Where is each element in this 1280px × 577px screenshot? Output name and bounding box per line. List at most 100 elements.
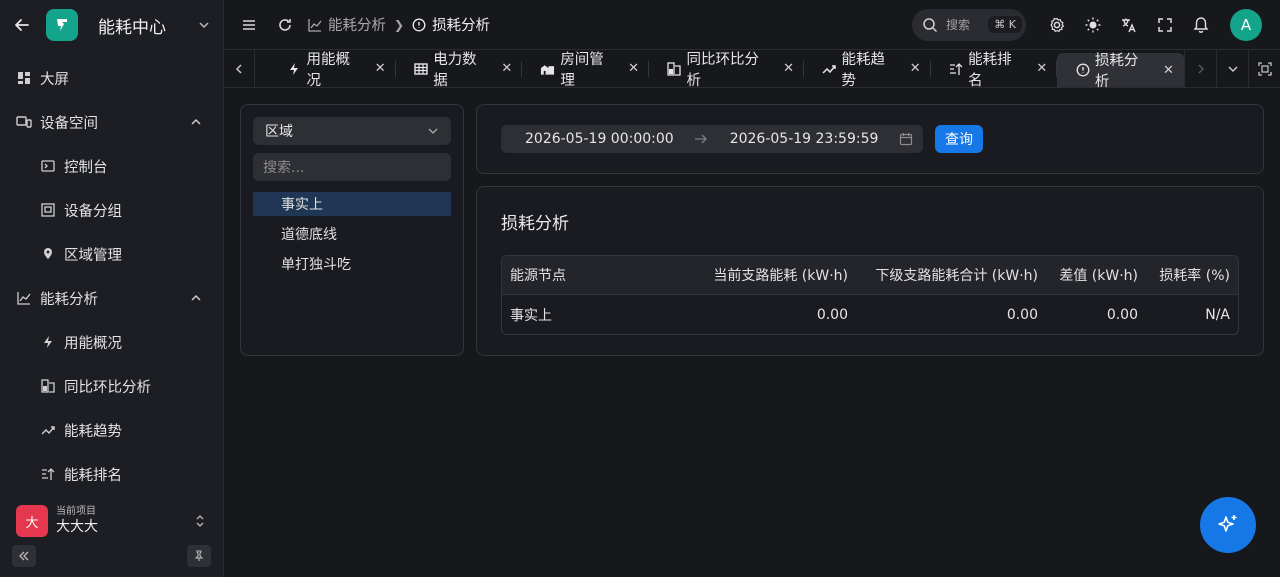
sidebar-item-yoy-analysis[interactable]: 同比环比分析 [0,364,223,408]
collapse-sidebar-button[interactable] [12,545,36,567]
tree-item[interactable]: 事实上 [253,192,451,216]
sidebar-item-console[interactable]: 控制台 [0,144,223,188]
tree-item[interactable]: 单打独斗吃 [253,252,451,276]
result-title: 损耗分析 [501,214,569,234]
breadcrumb: 能耗分析 ❯ 损耗分析 [308,14,490,35]
tab-room-management[interactable]: 房间管理 ✕ [522,50,649,89]
calendar-icon [899,132,913,146]
search-placeholder: 搜索 [946,18,971,32]
global-search[interactable]: 搜索 ⌘ K [912,8,1026,41]
close-icon[interactable]: ✕ [783,61,794,76]
fullscreen-icon[interactable] [1156,16,1174,34]
breadcrumb-separator-icon: ❯ [394,17,405,32]
tab-label: 能耗趋势 [841,51,886,89]
filter-panel: 2026-05-19 00:00:00 2026-05-19 23:59:59 … [476,104,1264,174]
tab-energy-trend[interactable]: 能耗趋势 ✕ [804,50,931,89]
sidebar-menu: 大屏 设备空间 控制台 设备分组 区域管理 能耗分析 用能概况 同比环比分析 能… [0,50,223,496]
tree-search-input[interactable]: 搜索... [253,153,451,181]
tab-label: 电力数据 [433,51,477,89]
chevron-left-icon[interactable] [224,50,256,87]
close-icon[interactable]: ✕ [910,61,921,76]
sidebar-item-label: 设备分组 [64,203,122,220]
ai-assistant-button[interactable] [1200,497,1256,553]
tab-loss-analysis[interactable]: 损耗分析 ✕ [1057,53,1184,90]
column-header: 当前支路能耗 (kW·h) [713,268,848,284]
close-icon[interactable]: ✕ [628,61,639,76]
dimension-select[interactable]: 区域 [253,117,451,145]
rank-icon [949,61,964,76]
sidebar-item-area-management[interactable]: 区域管理 [0,232,223,276]
chevron-right-icon[interactable] [1184,49,1216,88]
tab-controls [1184,49,1280,88]
sidebar-item-label: 区域管理 [64,247,122,264]
fit-screen-icon[interactable] [1248,49,1280,88]
settings-icon[interactable] [1048,16,1066,34]
table-cell: 0.00 [816,306,848,323]
top-header: 能耗分析 ❯ 损耗分析 搜索 ⌘ K A [224,0,1280,50]
close-icon[interactable]: ✕ [375,61,386,76]
chevron-down-icon[interactable] [197,18,211,32]
tree-search-placeholder: 搜索... [263,160,305,176]
grid-icon [414,61,429,76]
sidebar-item-label: 设备空间 [40,115,98,132]
back-arrow-icon[interactable] [12,15,32,35]
chevron-down-icon[interactable] [1216,49,1248,88]
user-avatar[interactable]: A [1230,8,1262,41]
project-name: 大大大 [56,519,98,535]
pin-sidebar-button[interactable] [187,545,211,567]
project-caption: 当前项目 [56,506,96,517]
sidebar-footer: 大 当前项目 大大大 [0,491,223,577]
area-tree-panel: 区域 搜索... 事实上 道德底线 单打独斗吃 [240,104,464,356]
bolt-icon [40,334,56,350]
sidebar-item-energy-trend[interactable]: 能耗趋势 [0,408,223,452]
sidebar-item-usage-overview[interactable]: 用能概况 [0,320,223,364]
tab-power-data[interactable]: 电力数据 ✕ [396,50,523,89]
table-cell: 0.00 [1006,306,1038,323]
breadcrumb-item: 损耗分析 [412,14,490,35]
theme-sun-icon[interactable] [1084,16,1102,34]
sidebar: 能耗中心 大屏 设备空间 控制台 设备分组 区域管理 能耗分析 用能概况 同比环… [0,0,224,577]
compare-icon [667,61,682,76]
sidebar-item-label: 控制台 [64,159,108,176]
chevron-updown-icon[interactable] [193,514,207,528]
sidebar-item-device-space[interactable]: 设备空间 [0,100,223,144]
project-switcher[interactable]: 大 当前项目 大大大 [0,491,223,537]
refresh-icon[interactable] [276,16,294,34]
column-header: 下级支路能耗合计 (kW·h) [875,268,1038,284]
project-avatar: 大 [16,505,48,537]
sidebar-item-device-group[interactable]: 设备分组 [0,188,223,232]
project-info: 当前项目 大大大 [56,506,193,536]
close-icon[interactable]: ✕ [501,61,512,76]
tab-label: 用能概况 [306,51,351,89]
tab-energy-ranking[interactable]: 能耗排名 ✕ [931,50,1058,89]
sidebar-footer-buttons [0,537,223,567]
sidebar-item-dashboard[interactable]: 大屏 [0,56,223,100]
query-button[interactable]: 查询 [935,125,983,153]
translate-icon[interactable] [1120,16,1138,34]
search-shortcut: ⌘ K [988,16,1022,33]
sidebar-item-energy-analysis[interactable]: 能耗分析 [0,276,223,320]
end-datetime[interactable]: 2026-05-19 23:59:59 [730,131,879,147]
group-icon [40,202,56,218]
breadcrumb-label: 损耗分析 [432,18,491,34]
tab-label: 同比环比分析 [686,51,760,89]
trend-icon [822,61,837,76]
tab-bar: 用能概况 ✕ 电力数据 ✕ 房间管理 ✕ 同比环比分析 ✕ 能耗趋势 ✕ 能耗排… [224,49,1280,90]
tree-item[interactable]: 道德底线 [253,222,451,246]
sidebar-header: 能耗中心 [0,0,223,50]
tab-label: 损耗分析 [1094,53,1139,90]
sidebar-item-energy-ranking[interactable]: 能耗排名 [0,452,223,496]
tab-yoy-analysis[interactable]: 同比环比分析 ✕ [649,50,805,89]
column-header: 损耗率 (%) [1159,268,1230,284]
start-datetime[interactable]: 2026-05-19 00:00:00 [525,131,674,147]
bell-icon[interactable] [1192,16,1210,34]
breadcrumb-item[interactable]: 能耗分析 [308,14,386,35]
menu-toggle-icon[interactable] [240,16,258,34]
close-icon[interactable]: ✕ [1036,61,1047,76]
close-icon[interactable]: ✕ [1163,63,1174,78]
dimension-select-value: 区域 [265,124,293,140]
search-icon [923,17,938,32]
tab-usage-overview[interactable]: 用能概况 ✕ [269,50,396,89]
chart-line-icon [16,290,32,306]
date-range-picker[interactable]: 2026-05-19 00:00:00 2026-05-19 23:59:59 [501,125,923,153]
